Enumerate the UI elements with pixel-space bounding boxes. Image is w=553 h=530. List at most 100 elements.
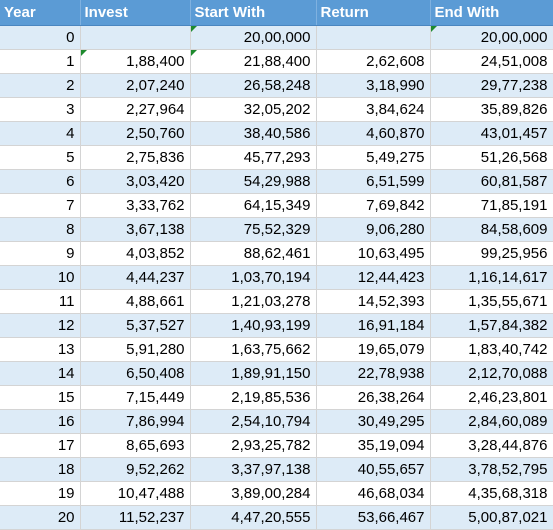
invest-cell[interactable]: 3,33,762 [80, 193, 191, 218]
end-with-cell[interactable]: 43,01,457 [430, 121, 553, 146]
header-year[interactable]: Year [0, 0, 81, 26]
end-with-cell[interactable]: 3,28,44,876 [430, 433, 553, 458]
end-with-cell[interactable]: 24,51,008 [430, 49, 553, 74]
return-cell[interactable]: 19,65,079 [316, 337, 431, 362]
invest-cell[interactable]: 1,88,400 [80, 49, 191, 74]
start-with-cell[interactable]: 2,54,10,794 [190, 409, 317, 434]
year-cell[interactable]: 6 [0, 169, 81, 194]
year-cell[interactable]: 1 [0, 49, 81, 74]
invest-cell[interactable]: 2,50,760 [80, 121, 191, 146]
end-with-cell[interactable]: 20,00,000 [430, 25, 553, 50]
invest-cell[interactable]: 2,75,836 [80, 145, 191, 170]
end-with-cell[interactable]: 1,35,55,671 [430, 289, 553, 314]
start-with-cell[interactable]: 20,00,000 [190, 25, 317, 50]
end-with-cell[interactable]: 4,35,68,318 [430, 481, 553, 506]
return-cell[interactable]: 4,60,870 [316, 121, 431, 146]
end-with-cell[interactable]: 29,77,238 [430, 73, 553, 98]
return-cell[interactable]: 26,38,264 [316, 385, 431, 410]
return-cell[interactable] [316, 25, 431, 50]
start-with-cell[interactable]: 32,05,202 [190, 97, 317, 122]
year-cell[interactable]: 12 [0, 313, 81, 338]
invest-cell[interactable]: 2,27,964 [80, 97, 191, 122]
invest-cell[interactable]: 6,50,408 [80, 361, 191, 386]
start-with-cell[interactable]: 4,47,20,555 [190, 505, 317, 530]
invest-cell[interactable]: 3,67,138 [80, 217, 191, 242]
start-with-cell[interactable]: 1,40,93,199 [190, 313, 317, 338]
year-cell[interactable]: 15 [0, 385, 81, 410]
header-return[interactable]: Return [316, 0, 431, 26]
header-invest[interactable]: Invest [80, 0, 191, 26]
year-cell[interactable]: 19 [0, 481, 81, 506]
year-cell[interactable]: 5 [0, 145, 81, 170]
invest-cell[interactable]: 3,03,420 [80, 169, 191, 194]
start-with-cell[interactable]: 54,29,988 [190, 169, 317, 194]
return-cell[interactable]: 3,18,990 [316, 73, 431, 98]
return-cell[interactable]: 7,69,842 [316, 193, 431, 218]
end-with-cell[interactable]: 2,12,70,088 [430, 361, 553, 386]
year-cell[interactable]: 13 [0, 337, 81, 362]
start-with-cell[interactable]: 2,19,85,536 [190, 385, 317, 410]
year-cell[interactable]: 20 [0, 505, 81, 530]
end-with-cell[interactable]: 99,25,956 [430, 241, 553, 266]
return-cell[interactable]: 35,19,094 [316, 433, 431, 458]
year-cell[interactable]: 2 [0, 73, 81, 98]
invest-cell[interactable]: 8,65,693 [80, 433, 191, 458]
year-cell[interactable]: 10 [0, 265, 81, 290]
year-cell[interactable]: 16 [0, 409, 81, 434]
year-cell[interactable]: 4 [0, 121, 81, 146]
end-with-cell[interactable]: 5,00,87,021 [430, 505, 553, 530]
invest-cell[interactable] [80, 25, 191, 50]
return-cell[interactable]: 16,91,184 [316, 313, 431, 338]
invest-cell[interactable]: 4,88,661 [80, 289, 191, 314]
start-with-cell[interactable]: 38,40,586 [190, 121, 317, 146]
start-with-cell[interactable]: 26,58,248 [190, 73, 317, 98]
return-cell[interactable]: 14,52,393 [316, 289, 431, 314]
invest-cell[interactable]: 5,91,280 [80, 337, 191, 362]
invest-cell[interactable]: 7,86,994 [80, 409, 191, 434]
return-cell[interactable]: 22,78,938 [316, 361, 431, 386]
end-with-cell[interactable]: 1,16,14,617 [430, 265, 553, 290]
end-with-cell[interactable]: 3,78,52,795 [430, 457, 553, 482]
invest-cell[interactable]: 4,44,237 [80, 265, 191, 290]
return-cell[interactable]: 30,49,295 [316, 409, 431, 434]
header-end-with[interactable]: End With [430, 0, 553, 26]
invest-cell[interactable]: 7,15,449 [80, 385, 191, 410]
start-with-cell[interactable]: 64,15,349 [190, 193, 317, 218]
return-cell[interactable]: 3,84,624 [316, 97, 431, 122]
start-with-cell[interactable]: 1,63,75,662 [190, 337, 317, 362]
end-with-cell[interactable]: 51,26,568 [430, 145, 553, 170]
return-cell[interactable]: 12,44,423 [316, 265, 431, 290]
start-with-cell[interactable]: 2,93,25,782 [190, 433, 317, 458]
header-start-with[interactable]: Start With [190, 0, 317, 26]
year-cell[interactable]: 7 [0, 193, 81, 218]
return-cell[interactable]: 53,66,467 [316, 505, 431, 530]
return-cell[interactable]: 6,51,599 [316, 169, 431, 194]
year-cell[interactable]: 9 [0, 241, 81, 266]
year-cell[interactable]: 17 [0, 433, 81, 458]
year-cell[interactable]: 18 [0, 457, 81, 482]
end-with-cell[interactable]: 60,81,587 [430, 169, 553, 194]
invest-cell[interactable]: 2,07,240 [80, 73, 191, 98]
year-cell[interactable]: 8 [0, 217, 81, 242]
start-with-cell[interactable]: 1,21,03,278 [190, 289, 317, 314]
start-with-cell[interactable]: 1,03,70,194 [190, 265, 317, 290]
return-cell[interactable]: 5,49,275 [316, 145, 431, 170]
end-with-cell[interactable]: 84,58,609 [430, 217, 553, 242]
end-with-cell[interactable]: 2,84,60,089 [430, 409, 553, 434]
year-cell[interactable]: 0 [0, 25, 81, 50]
return-cell[interactable]: 10,63,495 [316, 241, 431, 266]
start-with-cell[interactable]: 45,77,293 [190, 145, 317, 170]
invest-cell[interactable]: 11,52,237 [80, 505, 191, 530]
end-with-cell[interactable]: 1,57,84,382 [430, 313, 553, 338]
start-with-cell[interactable]: 3,37,97,138 [190, 457, 317, 482]
year-cell[interactable]: 3 [0, 97, 81, 122]
start-with-cell[interactable]: 3,89,00,284 [190, 481, 317, 506]
start-with-cell[interactable]: 88,62,461 [190, 241, 317, 266]
end-with-cell[interactable]: 1,83,40,742 [430, 337, 553, 362]
end-with-cell[interactable]: 2,46,23,801 [430, 385, 553, 410]
invest-cell[interactable]: 9,52,262 [80, 457, 191, 482]
year-cell[interactable]: 14 [0, 361, 81, 386]
invest-cell[interactable]: 10,47,488 [80, 481, 191, 506]
return-cell[interactable]: 40,55,657 [316, 457, 431, 482]
invest-cell[interactable]: 5,37,527 [80, 313, 191, 338]
